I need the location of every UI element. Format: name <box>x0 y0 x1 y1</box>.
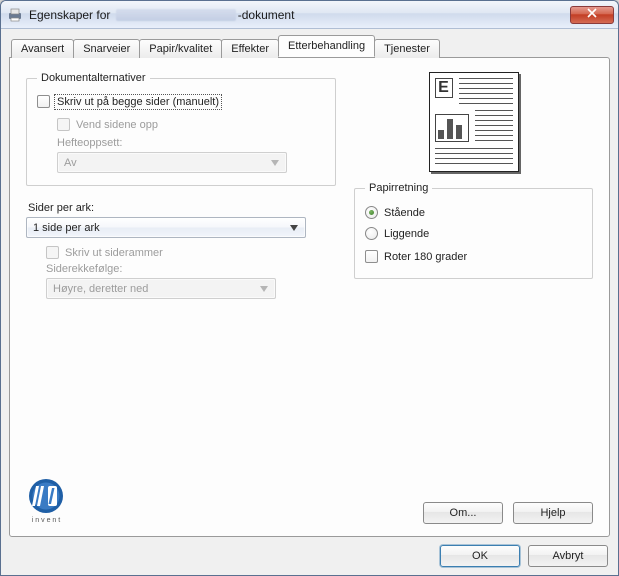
tab-papir-kvalitet[interactable]: Papir/kvalitet <box>139 39 222 58</box>
tab-etterbehandling[interactable]: Etterbehandling <box>278 35 375 57</box>
flip-pages-checkbox <box>57 118 70 131</box>
print-page-frames-checkbox <box>46 246 59 259</box>
rotate-180-label[interactable]: Roter 180 grader <box>384 251 467 263</box>
page-order-label: Siderekkefølge: <box>46 263 336 275</box>
duplex-label[interactable]: Skriv ut på begge sider (manuelt) <box>56 96 220 108</box>
chevron-down-icon <box>268 153 282 172</box>
window-title: Egenskaper for -dokument <box>29 8 564 22</box>
client-area: Avansert Snarveier Papir/kvalitet Effekt… <box>1 29 618 575</box>
close-button[interactable] <box>570 6 614 24</box>
pages-per-sheet-value: 1 side per ark <box>33 222 100 234</box>
tab-bar: Avansert Snarveier Papir/kvalitet Effekt… <box>11 35 610 57</box>
page-preview: E <box>429 72 519 172</box>
rotate-180-checkbox[interactable] <box>365 250 378 263</box>
left-column: Dokumentalternativer Skriv ut på begge s… <box>26 72 336 452</box>
paper-orientation-group: Papirretning Stående Liggende Roter 180 … <box>354 182 593 279</box>
page-order-value: Høyre, deretter ned <box>53 283 148 295</box>
ok-button[interactable]: OK <box>440 545 520 567</box>
tab-snarveier[interactable]: Snarveier <box>73 39 140 58</box>
help-button[interactable]: Hjelp <box>513 502 593 524</box>
booklet-layout-value: Av <box>64 157 77 169</box>
about-button[interactable]: Om... <box>423 502 503 524</box>
hp-logo: i n v e n t <box>26 478 78 524</box>
printer-properties-window: Egenskaper for -dokument Avansert Snarve… <box>0 0 619 576</box>
titlebar: Egenskaper for -dokument <box>1 1 618 29</box>
duplex-checkbox[interactable] <box>37 95 50 108</box>
printer-icon <box>7 7 23 23</box>
svg-text:i n v e n t: i n v e n t <box>32 517 60 524</box>
close-icon <box>587 8 597 21</box>
title-redacted <box>116 9 236 21</box>
cancel-button[interactable]: Avbryt <box>528 545 608 567</box>
tab-effekter[interactable]: Effekter <box>221 39 279 58</box>
tab-panel-etterbehandling: Dokumentalternativer Skriv ut på begge s… <box>9 57 610 537</box>
panel-footer: i n v e n t Om... Hjelp <box>26 478 593 524</box>
booklet-layout-select: Av <box>57 152 287 173</box>
right-column: E Papirretning Stående <box>354 72 593 452</box>
pages-per-sheet-select[interactable]: 1 side per ark <box>26 217 306 238</box>
chevron-down-icon <box>287 218 301 237</box>
title-suffix: -dokument <box>238 8 295 22</box>
landscape-radio[interactable] <box>365 227 378 240</box>
pages-per-sheet-label: Sider per ark: <box>26 194 336 217</box>
document-options-legend: Dokumentalternativer <box>37 72 150 84</box>
portrait-radio[interactable] <box>365 206 378 219</box>
landscape-label[interactable]: Liggende <box>384 228 429 240</box>
page-order-select: Høyre, deretter ned <box>46 278 276 299</box>
tab-tjenester[interactable]: Tjenester <box>374 39 440 58</box>
booklet-layout-label: Hefteoppsett: <box>57 137 325 149</box>
document-options-group: Dokumentalternativer Skriv ut på begge s… <box>26 72 336 186</box>
title-prefix: Egenskaper for <box>29 8 114 22</box>
bar-chart-icon <box>435 114 469 142</box>
dialog-footer: OK Avbryt <box>440 545 608 567</box>
flip-pages-label: Vend sidene opp <box>76 119 158 131</box>
paper-orientation-legend: Papirretning <box>365 182 432 194</box>
chevron-down-icon <box>257 279 271 298</box>
print-page-frames-label: Skriv ut siderammer <box>65 247 163 259</box>
tab-avansert[interactable]: Avansert <box>11 39 74 58</box>
portrait-label[interactable]: Stående <box>384 207 425 219</box>
